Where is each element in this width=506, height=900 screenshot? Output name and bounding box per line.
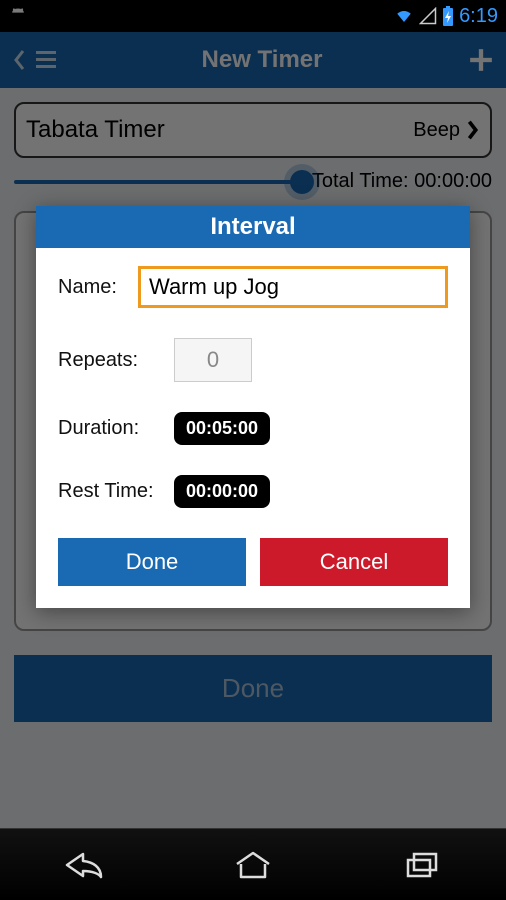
nav-recents-icon[interactable] xyxy=(352,833,492,897)
status-time: 6:19 xyxy=(459,5,498,28)
android-nav-bar xyxy=(0,828,506,900)
cancel-button[interactable]: Cancel xyxy=(260,538,448,586)
repeats-input[interactable] xyxy=(174,338,252,382)
duration-label: Duration: xyxy=(58,417,174,440)
dialog-title: Interval xyxy=(36,206,470,248)
duration-value[interactable]: 00:05:00 xyxy=(174,412,270,445)
cell-signal-icon xyxy=(419,7,437,25)
nav-back-icon[interactable] xyxy=(14,833,154,897)
name-label: Name: xyxy=(58,276,138,299)
battery-icon xyxy=(441,6,455,26)
status-bar: 6:19 xyxy=(0,0,506,32)
rest-time-label: Rest Time: xyxy=(58,480,174,503)
name-input[interactable] xyxy=(138,266,448,308)
android-logo xyxy=(8,6,28,26)
repeats-label: Repeats: xyxy=(58,349,174,372)
nav-home-icon[interactable] xyxy=(183,833,323,897)
wifi-icon xyxy=(393,7,415,25)
rest-time-value[interactable]: 00:00:00 xyxy=(174,475,270,508)
modal-overlay: Interval Name: Repeats: Duration: 00:05:… xyxy=(0,32,506,828)
done-button[interactable]: Done xyxy=(58,538,246,586)
interval-dialog: Interval Name: Repeats: Duration: 00:05:… xyxy=(36,206,470,608)
